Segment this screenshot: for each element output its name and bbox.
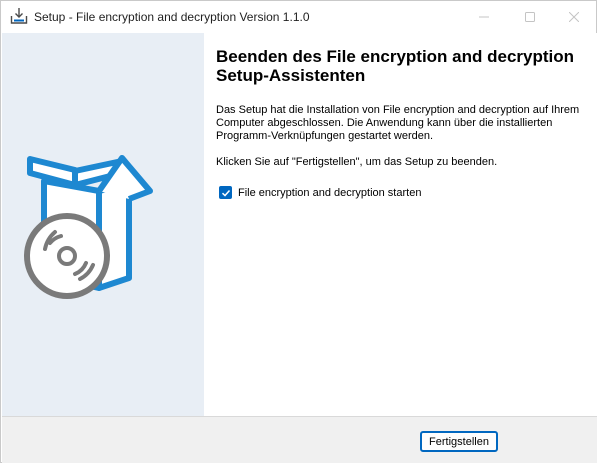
completion-message: Das Setup hat die Installation von File … bbox=[216, 104, 580, 142]
close-icon[interactable] bbox=[551, 1, 597, 33]
installer-icon bbox=[10, 7, 28, 25]
wizard-sidebar bbox=[2, 33, 204, 416]
finish-instruction: Klicken Sie auf "Fertigstellen", um das … bbox=[216, 156, 498, 168]
launch-checkbox[interactable] bbox=[219, 186, 232, 199]
wizard-footer: Fertigstellen bbox=[2, 416, 597, 463]
window-title: Setup - File encryption and decryption V… bbox=[34, 10, 310, 24]
box-disc-icon bbox=[24, 155, 153, 299]
title-bar[interactable]: Setup - File encryption and decryption V… bbox=[1, 1, 596, 33]
wizard-content: Beenden des File encryption and decrypti… bbox=[204, 33, 597, 416]
maximize-icon[interactable] bbox=[507, 1, 553, 33]
setup-window: Setup - File encryption and decryption V… bbox=[0, 0, 597, 463]
minimize-icon[interactable] bbox=[461, 1, 507, 33]
page-title: Beenden des File encryption and decrypti… bbox=[216, 47, 575, 85]
launch-checkbox-label[interactable]: File encryption and decryption starten bbox=[238, 187, 421, 199]
launch-checkbox-row[interactable]: File encryption and decryption starten bbox=[219, 186, 421, 199]
finish-button[interactable]: Fertigstellen bbox=[420, 431, 498, 452]
checkmark-icon bbox=[221, 189, 230, 197]
